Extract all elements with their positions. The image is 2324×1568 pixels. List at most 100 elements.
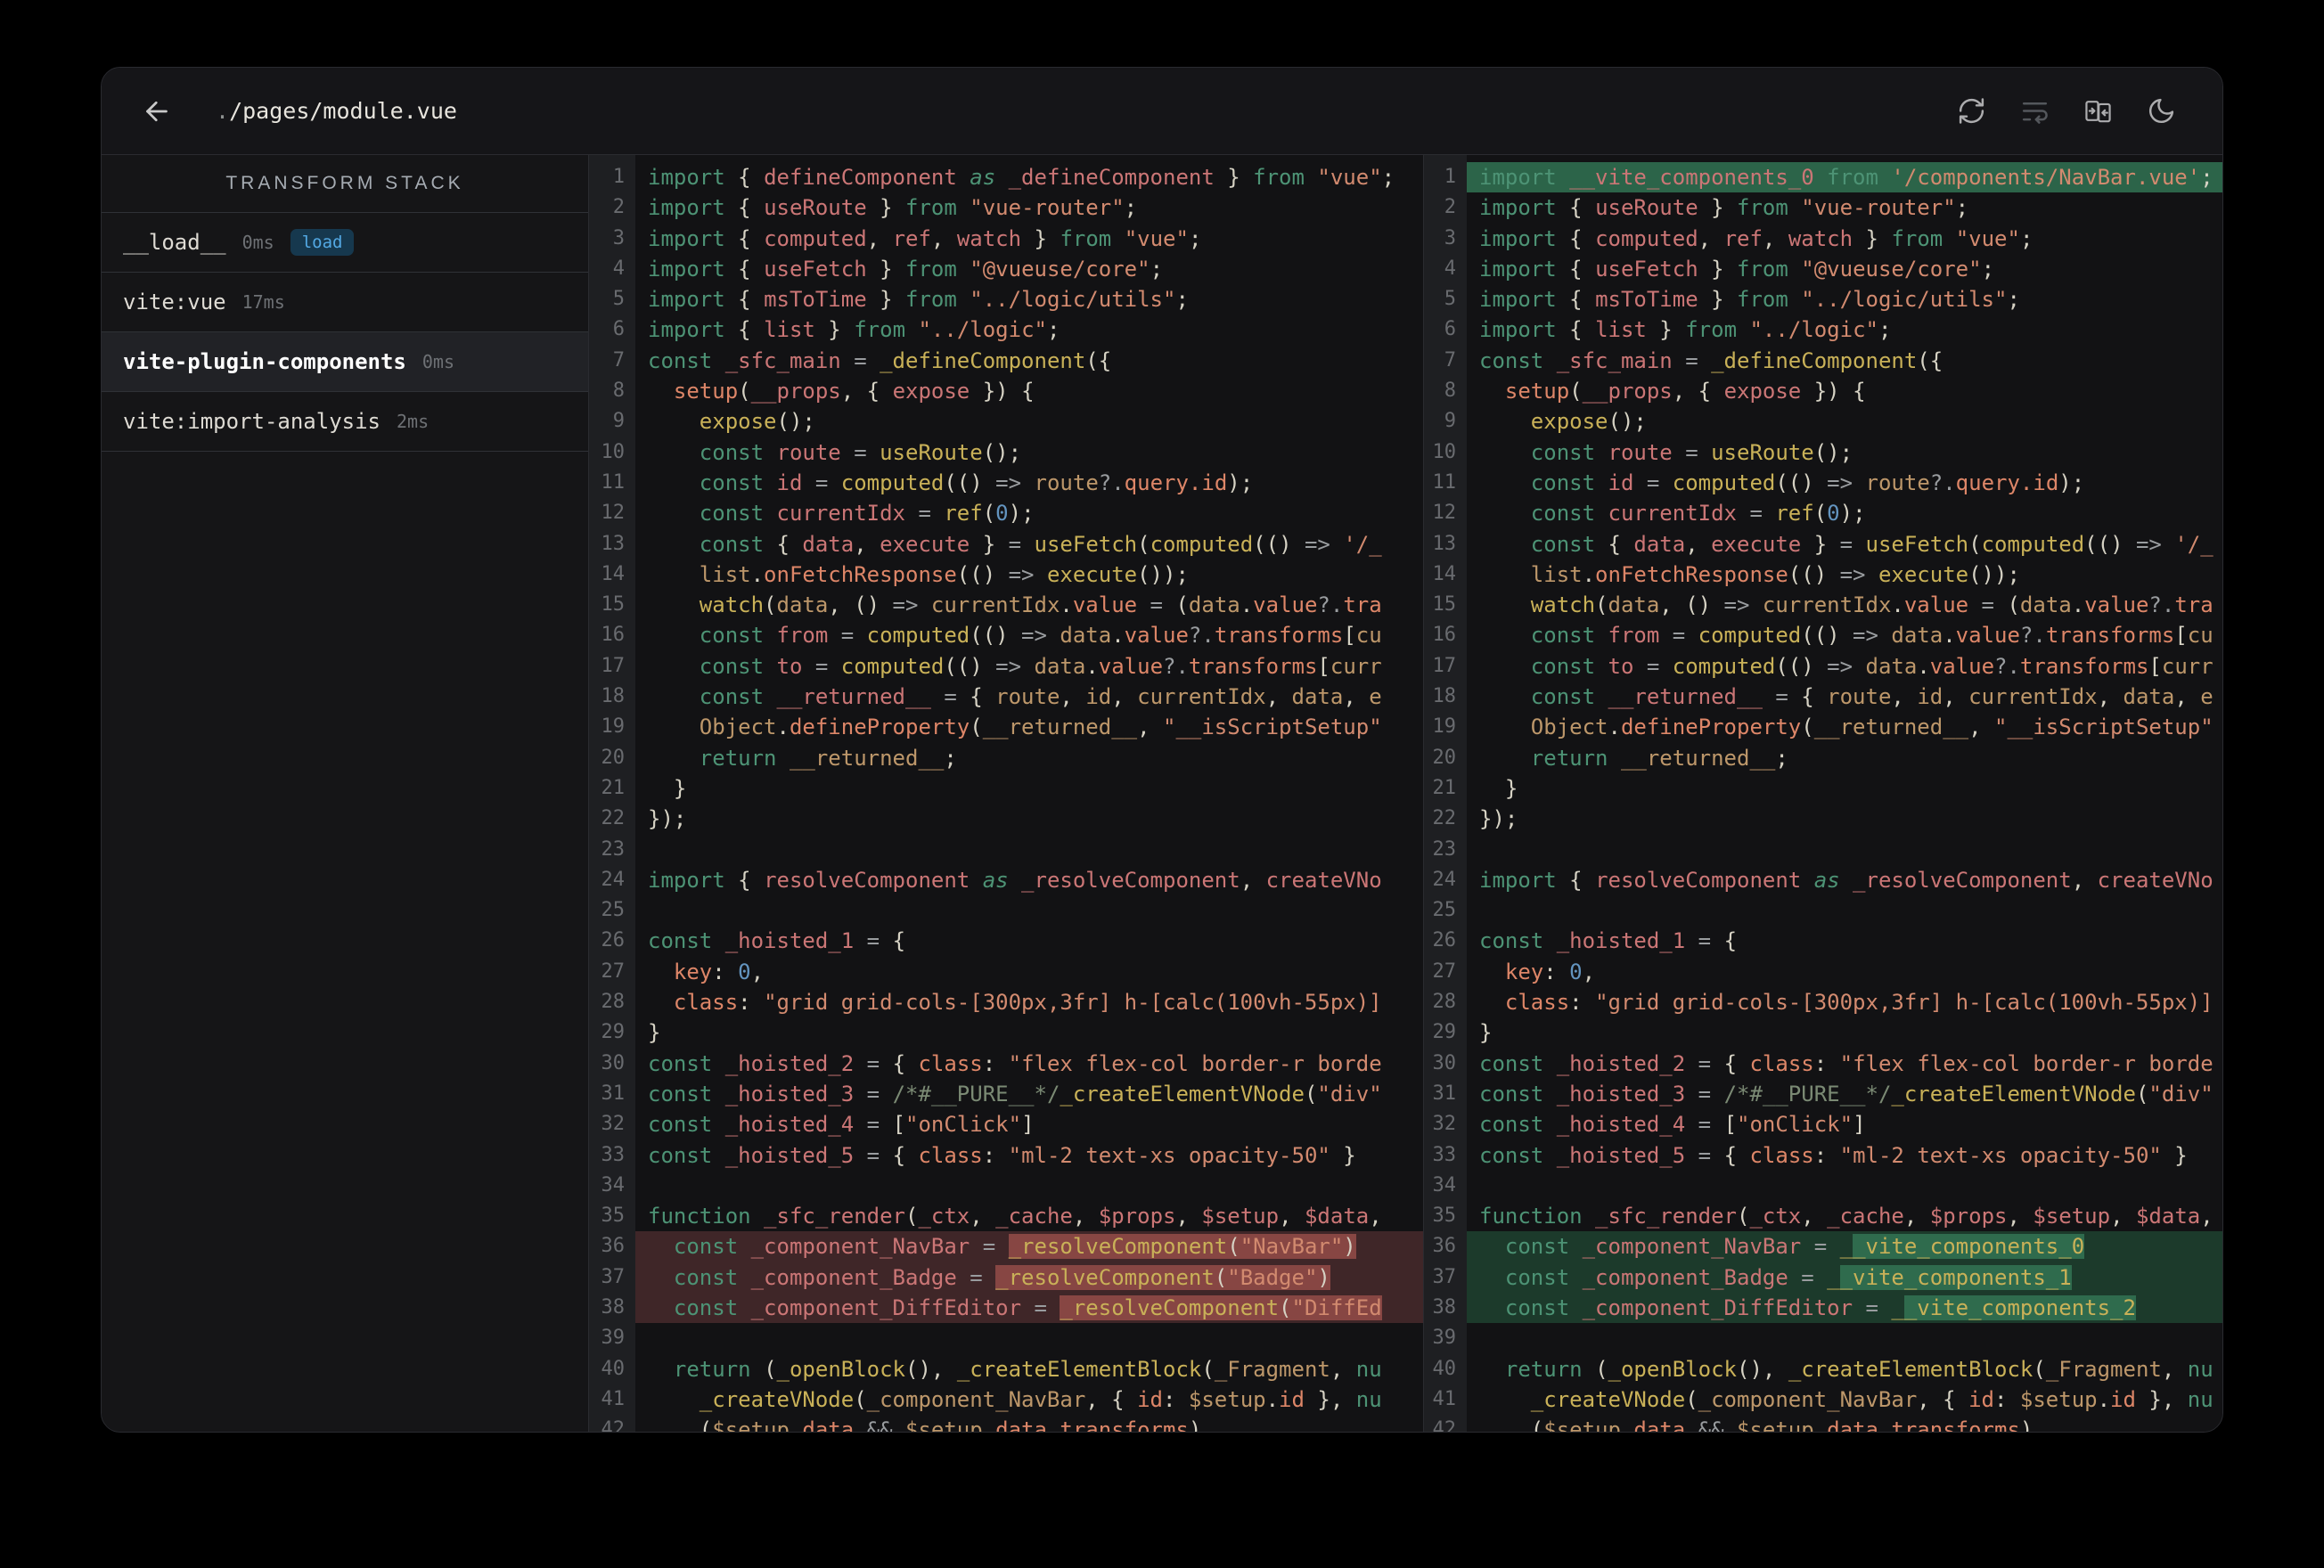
line-number: 13 [1432, 532, 1457, 555]
code-line: import { resolveComponent as _resolveCom… [648, 867, 1382, 893]
load-badge: load [290, 229, 355, 256]
sidebar-title: TRANSFORM STACK [102, 155, 588, 213]
plugin-time: 0ms [421, 351, 455, 372]
code-line: import __vite_components_0 from '/compon… [1467, 162, 2222, 193]
diff-pane-original[interactable]: 1 2 3 4 5 6 7 8 9 10 11 12 13 14 15 16 17 18 19 20 21 22 23 24 2… [589, 155, 1424, 1432]
line-number: 23 [1432, 837, 1457, 861]
code-line: }); [648, 806, 687, 832]
line-number: 22 [601, 807, 626, 830]
line-number: 11 [1432, 470, 1457, 494]
arrow-left-icon [146, 101, 168, 121]
line-number: 40 [1432, 1357, 1457, 1380]
plugin-time: 2ms [396, 411, 430, 432]
line-number: 13 [601, 532, 626, 555]
dark-mode-icon[interactable] [2147, 96, 2176, 126]
code-line: setup(__props, { expose }) { [1504, 379, 1866, 404]
main-area: TRANSFORM STACK __load__ 0ms load vite:vue 1… [102, 155, 2222, 1432]
sidebar: TRANSFORM STACK __load__ 0ms load vite:vue 1… [102, 155, 589, 1432]
code-line: const _hoisted_4 = ["onClick"] [648, 1112, 1035, 1138]
code-line: const route = useRoute(); [1530, 439, 1853, 465]
code-line: const to = computed(() => data.value?.tr… [699, 653, 1382, 679]
code-line: function _sfc_render(_ctx, _cache, $prop… [648, 1204, 1382, 1229]
line-number: 17 [601, 654, 626, 677]
code-line: import { useRoute } from "vue-router"; [1479, 195, 1969, 221]
line-number: 19 [1432, 715, 1457, 739]
code-line: import { useFetch } from "@vueuse/core"; [1479, 256, 1995, 282]
code-line: class: "grid grid-cols-[300px,3fr] h-[ca… [673, 990, 1382, 1016]
sidebar-item--load-[interactable]: __load__ 0ms load [102, 213, 588, 273]
line-number: 22 [1432, 807, 1457, 830]
code-line: const _sfc_main = _defineComponent({ [1479, 347, 1943, 373]
line-number: 26 [1432, 929, 1457, 952]
code-line: import { resolveComponent as _resolveCom… [1479, 867, 2214, 893]
code-line: class: "grid grid-cols-[300px,3fr] h-[ca… [1504, 990, 2214, 1016]
title-path: /pages/module.vue [229, 98, 457, 124]
code-line: import { msToTime } from "../logic/utils… [648, 287, 1189, 313]
line-number: 26 [601, 929, 626, 952]
inspector-window: ./pages/module.vue TRANSFORM STACK __loa… [101, 67, 2223, 1433]
plugin-name: vite:vue [123, 290, 226, 314]
code-line: import { useRoute } from "vue-router"; [648, 195, 1138, 221]
line-number: 2 [612, 196, 625, 219]
line-number: 38 [1432, 1295, 1457, 1319]
code-line: return __returned__; [1530, 745, 1788, 771]
sidebar-item-vite-plugin-components[interactable]: vite-plugin-components 0ms [102, 332, 588, 392]
code-line: import { list } from "../logic"; [648, 317, 1060, 343]
plugin-name: vite-plugin-components [123, 349, 406, 374]
line-number: 6 [612, 318, 625, 341]
line-number: 3 [612, 226, 625, 249]
line-number: 16 [1432, 624, 1457, 647]
back-button[interactable] [141, 95, 173, 127]
wrap-lines-icon[interactable] [2020, 96, 2050, 126]
code-line: list.onFetchResponse(() => execute()); [1530, 561, 2020, 587]
code-line: Object.defineProperty(__returned__, "__i… [1530, 715, 2214, 740]
code-line: watch(data, () => currentIdx.value = (da… [699, 592, 1382, 618]
line-number: 32 [601, 1113, 626, 1136]
code-line: const _sfc_main = _defineComponent({ [648, 347, 1112, 373]
line-number: 10 [601, 440, 626, 463]
sidebar-item-vite-vue[interactable]: vite:vue 17ms [102, 273, 588, 332]
line-number: 20 [601, 746, 626, 769]
code-line: const _hoisted_1 = { [1479, 928, 1738, 954]
line-number: 12 [1432, 502, 1457, 525]
refresh-icon[interactable] [1957, 96, 1986, 126]
diff-pane-transformed[interactable]: 1 2 3 4 5 6 7 8 9 10 11 12 13 14 15 16 17 18 19 20 21 22 23 24 2… [1424, 155, 2222, 1432]
line-number: 25 [1432, 899, 1457, 922]
line-number: 4 [612, 257, 625, 280]
code-line: } [648, 775, 687, 801]
plugin-name: vite:import-analysis [123, 409, 381, 434]
code-line: import { computed, ref, watch } from "vu… [648, 225, 1202, 251]
code-line: return (_openBlock(), _createElementBloc… [673, 1356, 1382, 1382]
code-line: import { list } from "../logic"; [1479, 317, 1892, 343]
line-number: 37 [1432, 1265, 1457, 1288]
code-line: return __returned__; [699, 745, 957, 771]
line-number: 7 [1444, 348, 1456, 372]
code-line: const _hoisted_4 = ["onClick"] [1479, 1112, 1866, 1138]
code-line: const _hoisted_3 = /*#__PURE__*/_createE… [1479, 1081, 2214, 1107]
split-diff-icon[interactable] [2083, 96, 2113, 126]
line-number: 33 [1432, 1143, 1457, 1166]
line-number: 34 [1432, 1173, 1457, 1196]
line-number: 18 [1432, 685, 1457, 708]
line-number: 3 [1444, 226, 1456, 249]
code-line: const id = computed(() => route?.query.i… [699, 470, 1254, 495]
page-title: ./pages/module.vue [216, 98, 457, 124]
line-number: 21 [601, 776, 626, 799]
code-line: import { msToTime } from "../logic/utils… [1479, 287, 2020, 313]
line-number: 16 [601, 624, 626, 647]
code-line: const _component_DiffEditor = _resolveCo… [635, 1292, 1423, 1324]
code-line: const route = useRoute(); [699, 439, 1022, 465]
line-number: 34 [601, 1173, 626, 1196]
line-number: 23 [601, 837, 626, 861]
code-line: import { useFetch } from "@vueuse/core"; [648, 256, 1164, 282]
code-line: list.onFetchResponse(() => execute()); [699, 561, 1189, 587]
sidebar-item-vite-import-analysis[interactable]: vite:import-analysis 2ms [102, 392, 588, 452]
line-number: 17 [1432, 654, 1457, 677]
code-line: const __returned__ = { route, id, curren… [699, 684, 1382, 710]
